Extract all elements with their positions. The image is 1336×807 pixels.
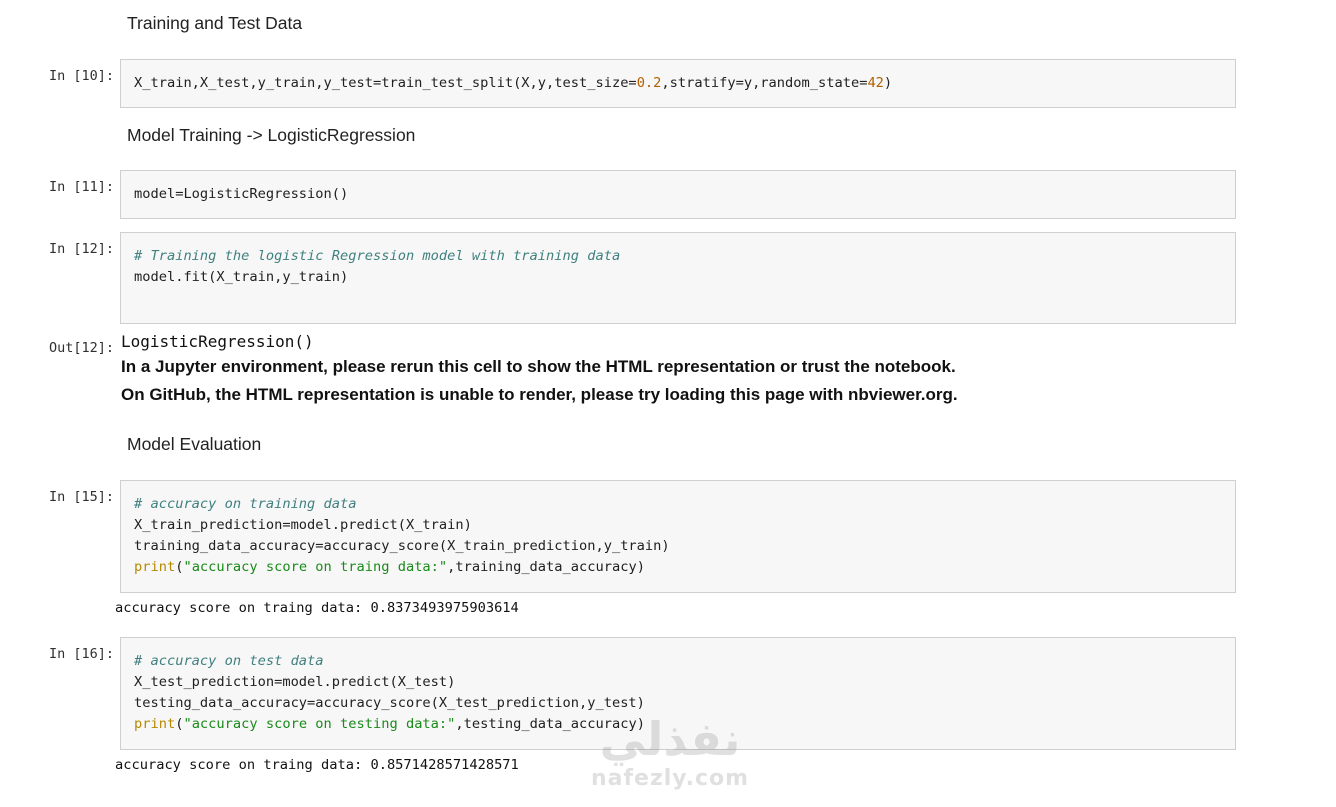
code-line: print("accuracy score on traing data:",t…	[134, 557, 1235, 578]
code-line: training_data_accuracy=accuracy_score(X_…	[134, 538, 670, 554]
input-prompt-10: In [10]:	[48, 68, 114, 84]
code-comment: # accuracy on test data	[134, 653, 324, 669]
code-comment: # accuracy on training data	[134, 496, 357, 512]
code-line: X_train,X_test,y_train,y_test=train_test…	[134, 73, 1235, 94]
code-line: X_train_prediction=model.predict(X_train…	[134, 517, 472, 533]
code-token: X_train,X_test,y_train,y_test=train_test…	[134, 75, 637, 91]
output-warning-jupyter: In a Jupyter environment, please rerun t…	[121, 357, 956, 376]
output-warning-github: On GitHub, the HTML representation is un…	[121, 385, 958, 404]
output-repr: LogisticRegression()	[121, 332, 314, 351]
stream-output-16: accuracy score on traing data: 0.8571428…	[115, 757, 519, 773]
input-prompt-11: In [11]:	[48, 179, 114, 195]
input-prompt-12: In [12]:	[48, 241, 114, 257]
code-builtin: print	[134, 716, 176, 732]
output-prompt-12: Out[12]:	[48, 340, 114, 356]
code-line: X_test_prediction=model.predict(X_test)	[134, 674, 456, 690]
code-token: ,testing_data_accuracy)	[455, 716, 645, 732]
code-line: print("accuracy score on testing data:",…	[134, 714, 1235, 735]
code-cell-11[interactable]: model=LogisticRegression()	[120, 170, 1236, 219]
code-builtin: print	[134, 559, 176, 575]
code-number: 0.2	[636, 75, 662, 91]
markdown-heading-model-training: Model Training -> LogisticRegression	[127, 125, 416, 145]
stream-output-15: accuracy score on traing data: 0.8373493…	[115, 600, 519, 616]
code-line: model.fit(X_train,y_train)	[134, 269, 349, 285]
code-line: testing_data_accuracy=accuracy_score(X_t…	[134, 695, 645, 711]
markdown-heading-training-test: Training and Test Data	[127, 13, 303, 33]
markdown-heading-model-evaluation: Model Evaluation	[127, 434, 262, 454]
code-cell-16[interactable]: # accuracy on test data X_test_predictio…	[120, 637, 1236, 750]
code-line: model=LogisticRegression()	[134, 186, 349, 202]
code-token: )	[883, 75, 893, 91]
watermark-latin-text: nafezly.com	[590, 766, 750, 791]
input-prompt-16: In [16]:	[48, 646, 114, 662]
input-prompt-15: In [15]:	[48, 489, 114, 505]
code-cell-15[interactable]: # accuracy on training data X_train_pred…	[120, 480, 1236, 593]
code-number: 42	[867, 75, 884, 91]
code-comment: # Training the logistic Regression model…	[134, 248, 621, 264]
code-token: ,training_data_accuracy)	[447, 559, 645, 575]
code-token: ,stratify=y,random_state=	[661, 75, 868, 91]
code-string: "accuracy score on testing data:"	[183, 716, 456, 732]
notebook: Training and Test Data In [10]: X_train,…	[0, 0, 1336, 807]
code-cell-12[interactable]: # Training the logistic Regression model…	[120, 232, 1236, 324]
code-cell-10[interactable]: X_train,X_test,y_train,y_test=train_test…	[120, 59, 1236, 108]
code-string: "accuracy score on traing data:"	[183, 559, 448, 575]
